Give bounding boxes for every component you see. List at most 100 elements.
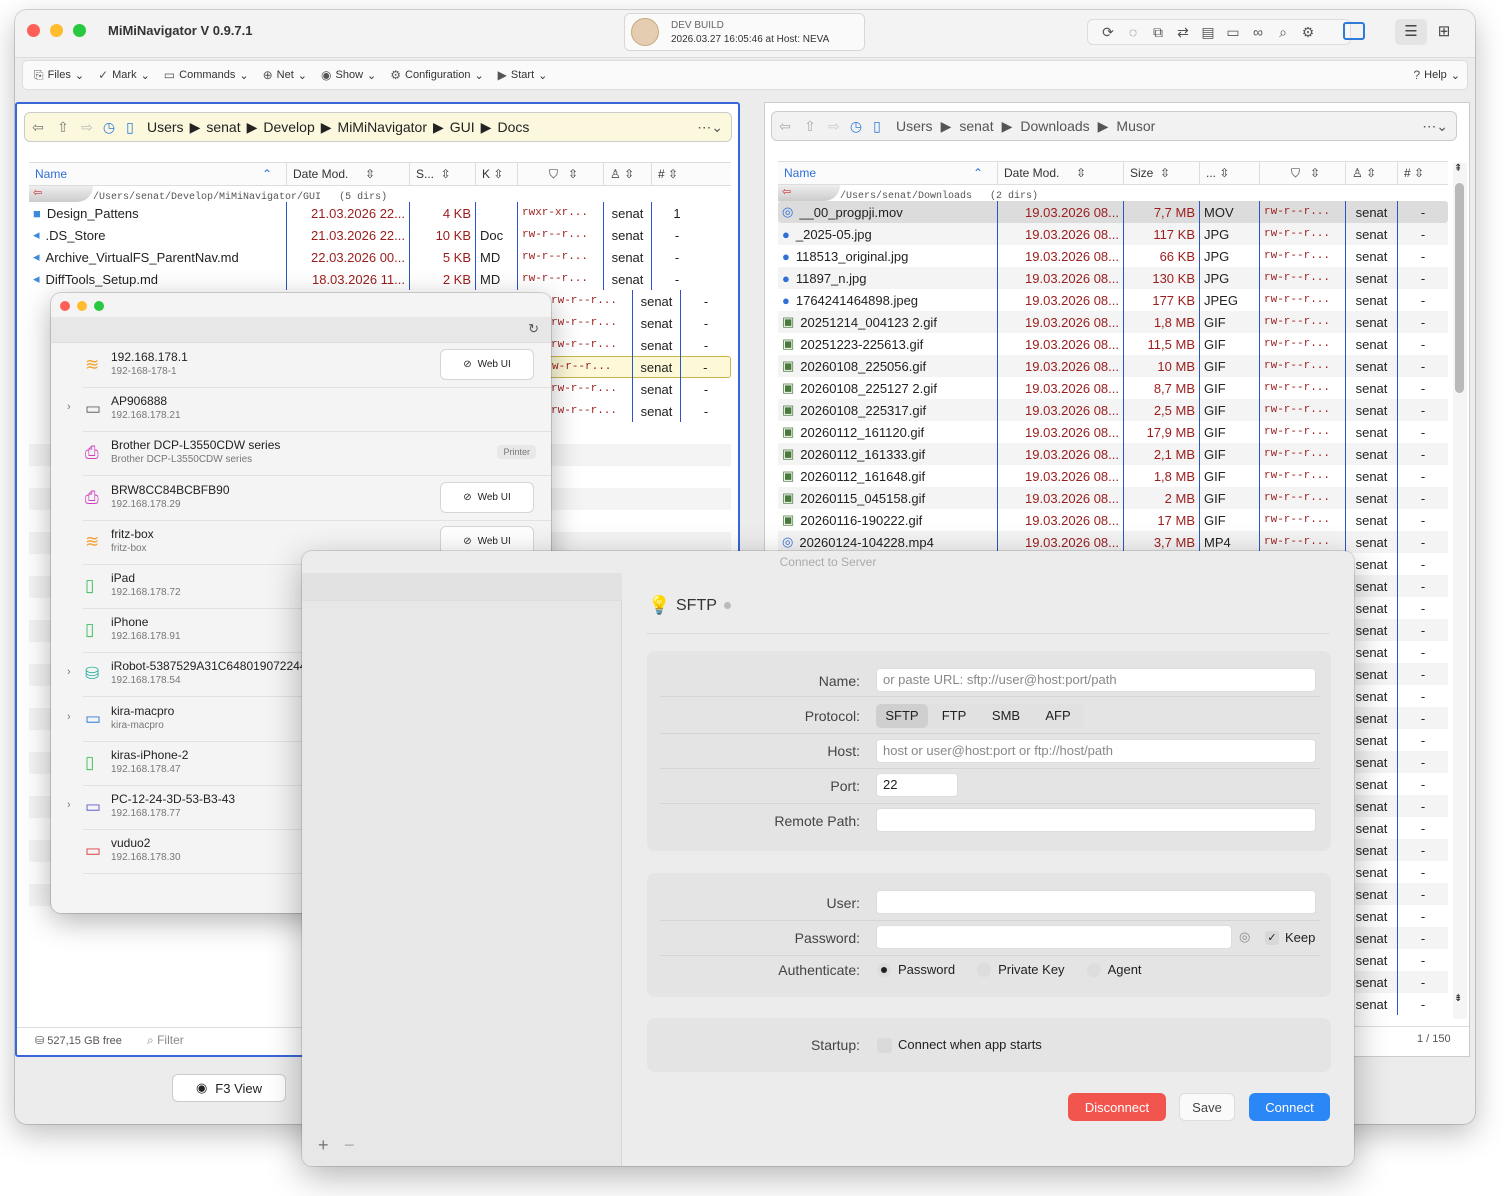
terminal-icon[interactable]: ▭ [1221, 20, 1245, 44]
table-row[interactable]: ● _2025-05.jpg 19.03.2026 08... 117 KB JPG rw… [778, 223, 1448, 245]
password-input[interactable] [876, 925, 1232, 949]
chevron-right-icon[interactable]: › [67, 711, 71, 723]
menu-commands[interactable]: ▭ Commands ⌄ [157, 68, 256, 82]
chevron-right-icon[interactable]: › [67, 401, 71, 413]
swap-panels-icon[interactable]: ⇄ [1171, 20, 1195, 44]
menu-show[interactable]: ◉ Show ⌄ [314, 68, 383, 82]
back-icon[interactable]: ⇦ [25, 119, 51, 136]
table-row[interactable]: ■ Design_Pattens 21.03.2026 22... 4 KB rwxr-… [29, 202, 731, 224]
table-row[interactable]: rw-r--r... senat - [547, 312, 731, 334]
save-button[interactable]: Save [1179, 1093, 1235, 1121]
close-window-button[interactable] [27, 24, 40, 37]
table-row[interactable]: ● 118513_original.jpg 19.03.2026 08... 66 K… [778, 245, 1448, 267]
header-permissions[interactable]: ⛉ ⇳ [518, 163, 604, 185]
history-icon[interactable]: ◷ [99, 119, 119, 136]
disconnect-button[interactable]: Disconnect [1068, 1093, 1166, 1121]
header-owner[interactable]: ♙ ⇳ [604, 163, 652, 185]
crumb-docs[interactable]: Docs [491, 119, 535, 135]
table-row[interactable]: rw-r--r... senat - [547, 334, 731, 356]
menu-files[interactable]: ⎘ Files ⌄ [27, 68, 91, 83]
search-icon[interactable]: ⌕ [1271, 20, 1295, 44]
device-item[interactable]: ⎙ BRW8CC84BCBFB90 192.168.178.29 ⊘ Web UI [83, 477, 551, 521]
header-owner[interactable]: ♙ ⇳ [1346, 162, 1398, 184]
parent-dir-row[interactable]: ⇦ [29, 186, 93, 202]
name-input[interactable]: or paste URL: sftp://user@host:port/path [876, 668, 1316, 692]
header-count[interactable]: # ⇳ [652, 163, 702, 185]
connect-button[interactable]: Connect [1249, 1093, 1330, 1121]
protocol-afp[interactable]: AFP [1032, 704, 1084, 728]
header-permissions[interactable]: ⛉ ⇳ [1260, 162, 1346, 184]
table-row[interactable]: ◎ __00_progpji.mov 19.03.2026 08... 7,7 MB M… [778, 201, 1448, 223]
user-input[interactable] [876, 890, 1316, 914]
server-list-item[interactable] [302, 573, 622, 601]
protocol-segmented-control[interactable]: SFTP FTP SMB AFP [876, 704, 1084, 728]
table-row[interactable]: ● 11897_n.jpg 19.03.2026 08... 130 KB JPG rw-… [778, 267, 1448, 289]
header-name[interactable]: Name ⌃ [29, 163, 287, 185]
refresh-icon[interactable]: ↻ [528, 321, 539, 337]
table-row[interactable]: ▣ 20260108_225056.gif 19.03.2026 08... 10 M… [778, 355, 1448, 377]
device-item[interactable]: ⎙ Brother DCP-L3550CDW series Brother DCP-… [83, 432, 551, 477]
settings-gear-icon[interactable]: ⚙ [1296, 20, 1320, 44]
chevron-right-icon[interactable]: › [67, 799, 71, 811]
table-row[interactable]: ◎ 20260124-104228.mp4 19.03.2026 08... 3,7 … [778, 531, 1448, 553]
menu-help[interactable]: ? Help ⌄ [1406, 68, 1467, 82]
header-count[interactable]: # ⇳ [1398, 162, 1448, 184]
header-size[interactable]: S... ⇳ [410, 163, 476, 185]
crumb-senat[interactable]: senat [200, 119, 246, 135]
scroll-thumb[interactable] [1455, 183, 1464, 393]
zoom-window-button[interactable] [94, 301, 104, 311]
web-ui-button[interactable]: ⊘ Web UI [440, 349, 534, 380]
back-icon[interactable]: ⇦ [772, 118, 798, 135]
table-row[interactable]: w-r--r... senat - [547, 356, 731, 378]
radio-agent[interactable] [1086, 962, 1101, 977]
parent-dir-row[interactable]: ⇦ [778, 185, 840, 201]
header-date[interactable]: Date Mod. ⇳ [287, 163, 410, 185]
table-row[interactable]: ▣ 20260112_161648.gif 19.03.2026 08... 1,8 … [778, 465, 1448, 487]
crumb-users[interactable]: Users [141, 119, 190, 135]
hidden-files-icon[interactable]: ◌ [1121, 20, 1145, 44]
crumb-users[interactable]: Users [888, 118, 941, 134]
table-row[interactable]: ▣ 20251223-225613.gif 19.03.2026 08... 11,5… [778, 333, 1448, 355]
refresh-icon[interactable]: ⟳ [1096, 20, 1120, 44]
crumb-senat[interactable]: senat [951, 118, 1001, 134]
web-ui-button[interactable]: ⊘ Web UI [440, 481, 534, 513]
add-server-button[interactable]: + [318, 1135, 329, 1156]
remove-server-button[interactable]: − [344, 1135, 355, 1156]
grid-view-icon[interactable]: ⊞ [1431, 19, 1457, 45]
port-input[interactable]: 22 [876, 773, 958, 797]
table-row[interactable]: ◂ Archive_VirtualFS_ParentNav.md 22.03.202… [29, 246, 731, 268]
table-row[interactable]: ▣ 20251214_004123 2.gif 19.03.2026 08... 1,… [778, 311, 1448, 333]
history-icon[interactable]: ◷ [846, 118, 866, 135]
header-size[interactable]: Size ⇳ [1124, 162, 1200, 184]
table-row[interactable]: ▣ 20260112_161120.gif 19.03.2026 08... 17,9… [778, 421, 1448, 443]
up-icon[interactable]: ⇧ [51, 119, 75, 136]
forward-icon[interactable]: ⇨ [822, 118, 846, 135]
table-row[interactable]: ▣ 20260115_045158.gif 19.03.2026 08... 2 MB… [778, 487, 1448, 509]
scrollbar[interactable]: ⇞ ⇟ [1453, 163, 1467, 1019]
sidebar-toggle-icon[interactable] [1343, 22, 1365, 40]
minimize-window-button[interactable] [77, 301, 87, 311]
device-item[interactable]: › ▭ AP906888 192.168.178.21 [67, 388, 551, 433]
table-row[interactable]: ▣ 20260116-190222.gif 19.03.2026 08... 17 M… [778, 509, 1448, 531]
table-row[interactable]: ● 1764241464898.jpeg 19.03.2026 08... 177 K… [778, 289, 1448, 311]
radio-password[interactable] [877, 962, 891, 977]
table-row[interactable]: ◂ .DS_Store 21.03.2026 22... 10 KB Doc rw-r--… [29, 224, 731, 246]
table-row[interactable]: rw-r--r... senat - [547, 400, 731, 422]
more-icon[interactable]: ⋯⌄ [697, 119, 731, 136]
remote-path-input[interactable] [876, 808, 1316, 832]
crumb-musor[interactable]: Musor [1108, 118, 1163, 134]
protocol-smb[interactable]: SMB [980, 704, 1032, 728]
open-icon[interactable]: ⧉ [1146, 20, 1170, 44]
close-window-button[interactable] [60, 301, 70, 311]
crumb-miminavigator[interactable]: MiMiNavigator [332, 119, 433, 135]
startup-checkbox[interactable] [877, 1038, 892, 1053]
table-row[interactable]: ▣ 20260108_225317.gif 19.03.2026 08... 2,5 … [778, 399, 1448, 421]
link-icon[interactable]: ∞ [1246, 20, 1270, 44]
table-row[interactable]: rw-r--r... senat - [547, 290, 731, 312]
crumb-downloads[interactable]: Downloads [1012, 118, 1097, 134]
compare-icon[interactable]: ▤ [1196, 20, 1220, 44]
crumb-gui[interactable]: GUI [444, 119, 481, 135]
crumb-develop[interactable]: Develop [257, 119, 320, 135]
sidebar-icon[interactable]: ▯ [866, 118, 888, 135]
scroll-top-icon[interactable]: ⇞ [1454, 163, 1462, 174]
